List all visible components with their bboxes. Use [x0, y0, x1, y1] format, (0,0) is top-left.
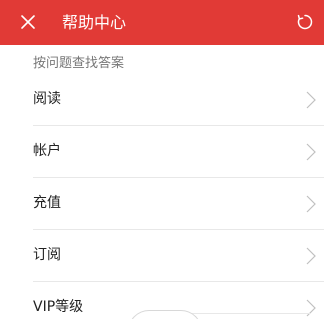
header-bar: 帮助中心 [0, 0, 324, 45]
list-item-label: VIP等级 [33, 299, 84, 315]
chevron-right-icon [306, 299, 316, 317]
help-topic-list: 阅读 帐户 充值 订阅 VIP等级 [0, 74, 324, 319]
close-icon [21, 15, 35, 29]
list-item-label: 帐户 [33, 143, 61, 159]
chevron-right-icon [306, 247, 316, 265]
list-item-label: 充值 [33, 195, 61, 211]
close-button[interactable] [14, 8, 42, 36]
refresh-button[interactable] [292, 9, 318, 35]
list-item-account[interactable]: 帐户 [33, 126, 324, 178]
list-item-label: 阅读 [33, 91, 61, 107]
chevron-right-icon [306, 91, 316, 109]
list-item-label: 订阅 [33, 247, 61, 263]
chevron-right-icon [306, 195, 316, 213]
refresh-icon [297, 14, 313, 30]
list-item-recharge[interactable]: 充值 [33, 178, 324, 230]
section-label: 按问题查找答案 [33, 56, 125, 71]
page-title: 帮助中心 [62, 13, 127, 32]
list-item-reading[interactable]: 阅读 [33, 74, 324, 126]
chevron-right-icon [306, 143, 316, 161]
list-item-subscription[interactable]: 订阅 [33, 230, 324, 282]
help-center-screen: 帮助中心 按问题查找答案 阅读 帐户 充值 订阅 VIP等级 [0, 0, 324, 319]
